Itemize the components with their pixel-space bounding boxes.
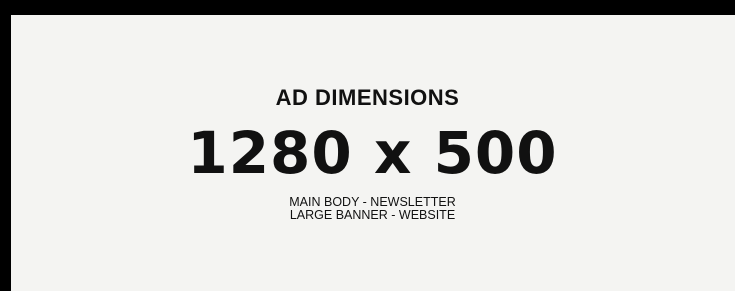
ad-dimensions-heading: AD DIMENSIONS xyxy=(275,85,460,110)
ad-size-value: 1280 x 500 xyxy=(187,119,558,187)
placement-website: LARGE BANNER - WEBSITE xyxy=(289,208,456,222)
ad-spec-card-frame: AD DIMENSIONS 1280 x 500 MAIN BODY - NEW… xyxy=(0,0,735,291)
placement-newsletter: MAIN BODY - NEWSLETTER xyxy=(289,195,456,209)
